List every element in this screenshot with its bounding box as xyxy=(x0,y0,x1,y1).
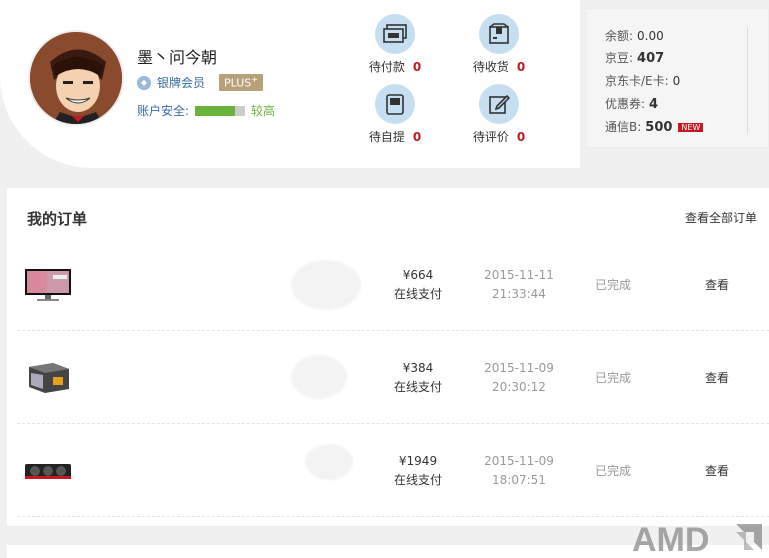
product-thumbnail[interactable] xyxy=(23,452,73,490)
balance-label: 余额: xyxy=(605,29,634,43)
blurred-region xyxy=(291,355,347,399)
assets-panel: 余额: 0.00 京豆: 407 京东卡/E卡: 0 优惠券: 4 通信B: 500 NEW xyxy=(586,8,769,148)
order-date: 2015-11-09 xyxy=(484,454,554,468)
avatar[interactable] xyxy=(28,30,124,126)
order-row: ¥1949 在线支付 2015-11-09 18:07:51 已完成 查看 xyxy=(17,424,769,517)
coupon-value: 4 xyxy=(649,97,659,112)
pickup-icon xyxy=(375,84,415,124)
order-row: ¥384 在线支付 2015-11-09 20:30:12 已完成 查看 xyxy=(17,331,769,424)
account-header: 墨丶问今朝 ◆ 银牌会员 PLUS+ 账户安全: 较高 待付款 0 待收货 0 xyxy=(0,0,769,170)
status-label: 待自提 xyxy=(368,130,405,144)
new-badge: NEW xyxy=(678,123,704,132)
jingdou-value: 407 xyxy=(637,51,665,66)
status-label: 待付款 xyxy=(368,60,405,74)
order-status: 已完成 xyxy=(595,278,632,292)
order-status-panel: 待付款 0 待收货 0 待自提 0 待评价 0 xyxy=(330,0,580,168)
order-date: 2015-11-11 xyxy=(484,268,554,282)
cash-icon xyxy=(375,14,415,54)
security-label: 账户安全: xyxy=(137,104,190,118)
divider xyxy=(747,27,748,135)
price: ¥384 xyxy=(402,361,434,375)
blurred-region xyxy=(291,260,361,310)
member-level-row: ◆ 银牌会员 PLUS+ xyxy=(137,74,263,91)
asset-balance[interactable]: 余额: 0.00 xyxy=(605,27,664,44)
security-bar xyxy=(195,105,246,116)
status-count: 0 xyxy=(412,60,422,74)
status-pending-receipt[interactable]: 待收货 0 xyxy=(454,14,544,75)
price: ¥1949 xyxy=(398,454,438,468)
order-price: ¥664 在线支付 xyxy=(383,266,453,304)
security-bar-fill xyxy=(195,105,236,116)
order-time: 2015-11-09 20:30:12 xyxy=(479,359,559,397)
order-time: 2015-11-09 18:07:51 xyxy=(479,452,559,490)
order-clock: 21:33:44 xyxy=(492,287,546,301)
my-orders-section: 我的订单 查看全部订单 ¥664 在线支付 2015-11-11 21:33:44 … xyxy=(7,188,769,526)
view-order-link[interactable]: 查看 xyxy=(705,369,729,386)
card-value: 0 xyxy=(672,74,681,88)
status-pending-payment[interactable]: 待付款 0 xyxy=(350,14,440,75)
amd-watermark: AMD xyxy=(632,518,769,558)
product-thumbnail[interactable] xyxy=(23,266,73,304)
svg-text:AMD: AMD xyxy=(632,521,709,558)
security-level: 较高 xyxy=(251,104,276,118)
payment-method: 在线支付 xyxy=(393,473,442,487)
plus-label: PLUS xyxy=(224,76,252,90)
jingdou-label: 京豆: xyxy=(605,51,634,65)
view-order-link[interactable]: 查看 xyxy=(705,276,729,293)
orders-title: 我的订单 xyxy=(27,210,88,228)
order-price: ¥1949 在线支付 xyxy=(383,452,453,490)
asset-jingdou[interactable]: 京豆: 407 xyxy=(605,49,664,66)
asset-coupon[interactable]: 优惠券: 4 xyxy=(605,95,658,112)
edit-icon xyxy=(479,84,519,124)
view-order-link[interactable]: 查看 xyxy=(705,462,729,479)
product-thumbnail[interactable] xyxy=(23,359,73,397)
order-price: ¥384 在线支付 xyxy=(383,359,453,397)
tongxin-value: 500 xyxy=(645,120,673,135)
status-label: 待收货 xyxy=(472,60,509,74)
asset-tongxin[interactable]: 通信B: 500 NEW xyxy=(605,118,704,135)
order-clock: 18:07:51 xyxy=(492,473,546,487)
status-count: 0 xyxy=(516,130,526,144)
payment-method: 在线支付 xyxy=(393,287,442,301)
plus-badge[interactable]: PLUS+ xyxy=(219,74,263,91)
order-time: 2015-11-11 21:33:44 xyxy=(479,266,559,304)
status-count: 0 xyxy=(412,130,422,144)
payment-method: 在线支付 xyxy=(393,380,442,394)
member-level[interactable]: 银牌会员 xyxy=(157,74,205,91)
card-label: 京东卡/E卡: xyxy=(605,74,669,88)
order-row: ¥664 在线支付 2015-11-11 21:33:44 已完成 查看 xyxy=(17,238,769,331)
status-count: 0 xyxy=(516,60,526,74)
package-icon xyxy=(479,14,519,54)
status-pending-review[interactable]: 待评价 0 xyxy=(454,84,544,145)
order-date: 2015-11-09 xyxy=(484,361,554,375)
profile-card: 墨丶问今朝 ◆ 银牌会员 PLUS+ 账户安全: 较高 xyxy=(0,0,330,168)
account-security[interactable]: 账户安全: 较高 xyxy=(137,102,275,119)
balance-value: 0.00 xyxy=(637,29,664,43)
order-status: 已完成 xyxy=(595,464,632,478)
coupon-label: 优惠券: xyxy=(605,97,646,111)
tongxin-label: 通信B: xyxy=(605,120,642,134)
order-clock: 20:30:12 xyxy=(492,380,546,394)
member-badge-icon: ◆ xyxy=(137,75,151,90)
status-label: 待评价 xyxy=(472,130,509,144)
status-pending-pickup[interactable]: 待自提 0 xyxy=(350,84,440,145)
price: ¥664 xyxy=(402,268,434,282)
blurred-region xyxy=(305,444,353,480)
username[interactable]: 墨丶问今朝 xyxy=(137,44,217,68)
asset-card[interactable]: 京东卡/E卡: 0 xyxy=(605,72,680,89)
view-all-orders-link[interactable]: 查看全部订单 xyxy=(685,209,757,226)
order-status: 已完成 xyxy=(595,371,632,385)
plus-sup: + xyxy=(251,75,258,85)
